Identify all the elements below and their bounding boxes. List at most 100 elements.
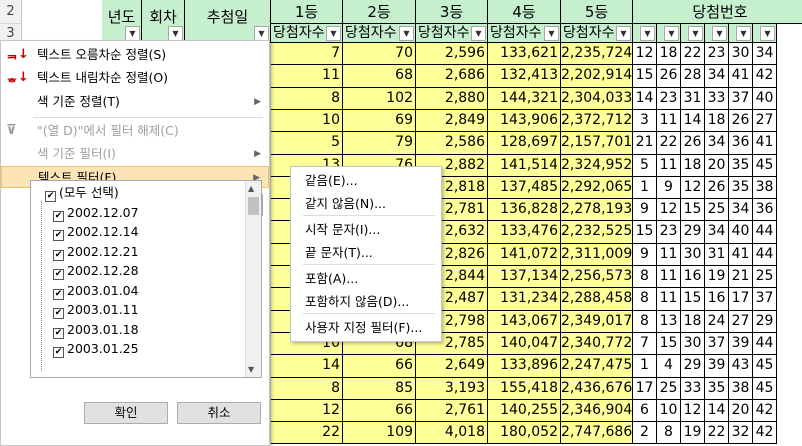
- checkbox[interactable]: ✔: [53, 249, 64, 261]
- table-cell[interactable]: 14: [271, 355, 343, 378]
- table-cell[interactable]: 1: [633, 355, 657, 378]
- table-cell[interactable]: 2,157,701: [561, 132, 633, 155]
- row-header-2[interactable]: 2: [0, 0, 22, 24]
- table-cell[interactable]: 144,321: [488, 88, 561, 110]
- table-cell[interactable]: 25: [753, 266, 777, 288]
- table-cell[interactable]: 8: [633, 288, 657, 311]
- table-cell[interactable]: 143,906: [488, 110, 561, 132]
- table-cell[interactable]: 11: [657, 266, 681, 288]
- checkbox[interactable]: ✔: [45, 191, 56, 202]
- table-cell[interactable]: 36: [729, 132, 753, 155]
- list-item[interactable]: ✔ 2002.12.14: [53, 222, 139, 241]
- table-cell[interactable]: 9: [657, 177, 681, 199]
- table-cell[interactable]: 44: [753, 221, 777, 244]
- table-cell[interactable]: 12: [633, 43, 657, 65]
- table-cell[interactable]: 12: [271, 400, 343, 422]
- table-cell[interactable]: 136,828: [488, 199, 561, 221]
- scroll-thumb[interactable]: [248, 197, 259, 215]
- submenu-item[interactable]: 끝 문자(T)...: [305, 242, 373, 264]
- table-cell[interactable]: 12: [657, 199, 681, 221]
- filter-dropdown-button[interactable]: ▼: [712, 26, 727, 41]
- checkbox[interactable]: ✔: [53, 288, 64, 300]
- table-cell[interactable]: 2,649: [416, 355, 488, 378]
- table-cell[interactable]: 17: [633, 378, 657, 400]
- table-cell[interactable]: 40: [753, 88, 777, 110]
- table-cell[interactable]: 2,747,686: [561, 422, 633, 444]
- table-cell[interactable]: 11: [657, 110, 681, 132]
- table-cell[interactable]: 37: [729, 88, 753, 110]
- table-cell[interactable]: 141,514: [488, 155, 561, 177]
- table-cell[interactable]: 22: [705, 422, 729, 444]
- table-cell[interactable]: 4: [657, 355, 681, 378]
- table-cell[interactable]: 2,880: [416, 88, 488, 110]
- table-cell[interactable]: 2,304,033: [561, 88, 633, 110]
- table-cell[interactable]: 31: [681, 88, 705, 110]
- filter-value-list[interactable]: ▲ ▼ ✔ (모두 선택) ✔ 2002.12.07 ✔ 2002.12.14 ✔ 2002.…: [30, 180, 262, 378]
- table-cell[interactable]: 37: [753, 288, 777, 311]
- table-cell[interactable]: 141,072: [488, 244, 561, 266]
- submenu-item[interactable]: 같음(E)...: [305, 170, 358, 192]
- submenu-item[interactable]: 시작 문자(I)...: [305, 219, 380, 241]
- table-cell[interactable]: 7: [633, 333, 657, 355]
- table-cell[interactable]: 21: [633, 132, 657, 155]
- table-cell[interactable]: 11: [657, 288, 681, 311]
- table-cell[interactable]: 24: [705, 311, 729, 333]
- table-cell[interactable]: 2,288,458: [561, 288, 633, 311]
- table-cell[interactable]: 11: [657, 244, 681, 266]
- table-cell[interactable]: 2,247,475: [561, 355, 633, 378]
- filter-dropdown-button[interactable]: ▼: [688, 26, 703, 41]
- scroll-up-icon[interactable]: ▲: [248, 184, 254, 193]
- table-cell[interactable]: 15: [633, 221, 657, 244]
- table-cell[interactable]: 155,418: [488, 378, 561, 400]
- table-cell[interactable]: 41: [729, 244, 753, 266]
- table-cell[interactable]: 30: [681, 333, 705, 355]
- table-cell[interactable]: 12: [681, 400, 705, 422]
- table-cell[interactable]: 16: [705, 288, 729, 311]
- ok-button[interactable]: 확인: [84, 402, 168, 424]
- table-cell[interactable]: 2,235,724: [561, 43, 633, 65]
- table-cell[interactable]: 2,596: [416, 43, 488, 65]
- table-cell[interactable]: 8: [633, 266, 657, 288]
- table-cell[interactable]: 109: [343, 422, 416, 444]
- table-cell[interactable]: 41: [753, 132, 777, 155]
- list-item[interactable]: ✔ 2002.12.07: [53, 203, 139, 222]
- table-cell[interactable]: 38: [753, 177, 777, 199]
- table-cell[interactable]: 68: [343, 65, 416, 88]
- list-item[interactable]: ✔ 2003.01.18: [53, 320, 139, 339]
- table-cell[interactable]: 6: [633, 400, 657, 422]
- table-cell[interactable]: 21: [729, 266, 753, 288]
- table-cell[interactable]: 79: [343, 132, 416, 155]
- filter-dropdown-button[interactable]: ▼: [544, 26, 559, 41]
- table-cell[interactable]: 2,292,065: [561, 177, 633, 199]
- table-cell[interactable]: 39: [705, 355, 729, 378]
- table-cell[interactable]: 4,018: [416, 422, 488, 444]
- filter-dropdown-button[interactable]: ▼: [664, 26, 679, 41]
- table-cell[interactable]: 143,067: [488, 311, 561, 333]
- table-cell[interactable]: 18: [681, 311, 705, 333]
- table-cell[interactable]: 26: [657, 65, 681, 88]
- table-cell[interactable]: 66: [343, 355, 416, 378]
- list-item[interactable]: ✔ 2002.12.21: [53, 242, 139, 261]
- filter-dropdown-button[interactable]: ▼: [736, 26, 751, 41]
- table-cell[interactable]: 18: [657, 43, 681, 65]
- submenu-item[interactable]: 같지 않음(N)...: [305, 193, 386, 215]
- list-item[interactable]: ✔ 2002.12.28: [53, 261, 139, 280]
- filter-dropdown-button[interactable]: ▼: [471, 26, 486, 41]
- table-cell[interactable]: 8: [271, 88, 343, 110]
- sort-descending-item[interactable]: ᇂ↓ 텍스트 내림차순 정렬(O): [1, 67, 269, 89]
- list-scrollbar[interactable]: ▲ ▼: [245, 181, 261, 377]
- table-cell[interactable]: 2: [633, 422, 657, 444]
- table-cell[interactable]: 34: [705, 132, 729, 155]
- table-cell[interactable]: 11: [657, 155, 681, 177]
- table-cell[interactable]: 42: [753, 65, 777, 88]
- table-cell[interactable]: 102: [343, 88, 416, 110]
- table-cell[interactable]: 25: [657, 378, 681, 400]
- table-cell[interactable]: 180,052: [488, 422, 561, 444]
- table-cell[interactable]: 9: [633, 244, 657, 266]
- table-cell[interactable]: 22: [657, 132, 681, 155]
- table-cell[interactable]: 45: [753, 355, 777, 378]
- table-cell[interactable]: 128,697: [488, 132, 561, 155]
- checkbox[interactable]: ✔: [53, 308, 64, 319]
- filter-dropdown-button[interactable]: ▼: [326, 26, 341, 41]
- filter-dropdown-button[interactable]: ▼: [760, 26, 775, 41]
